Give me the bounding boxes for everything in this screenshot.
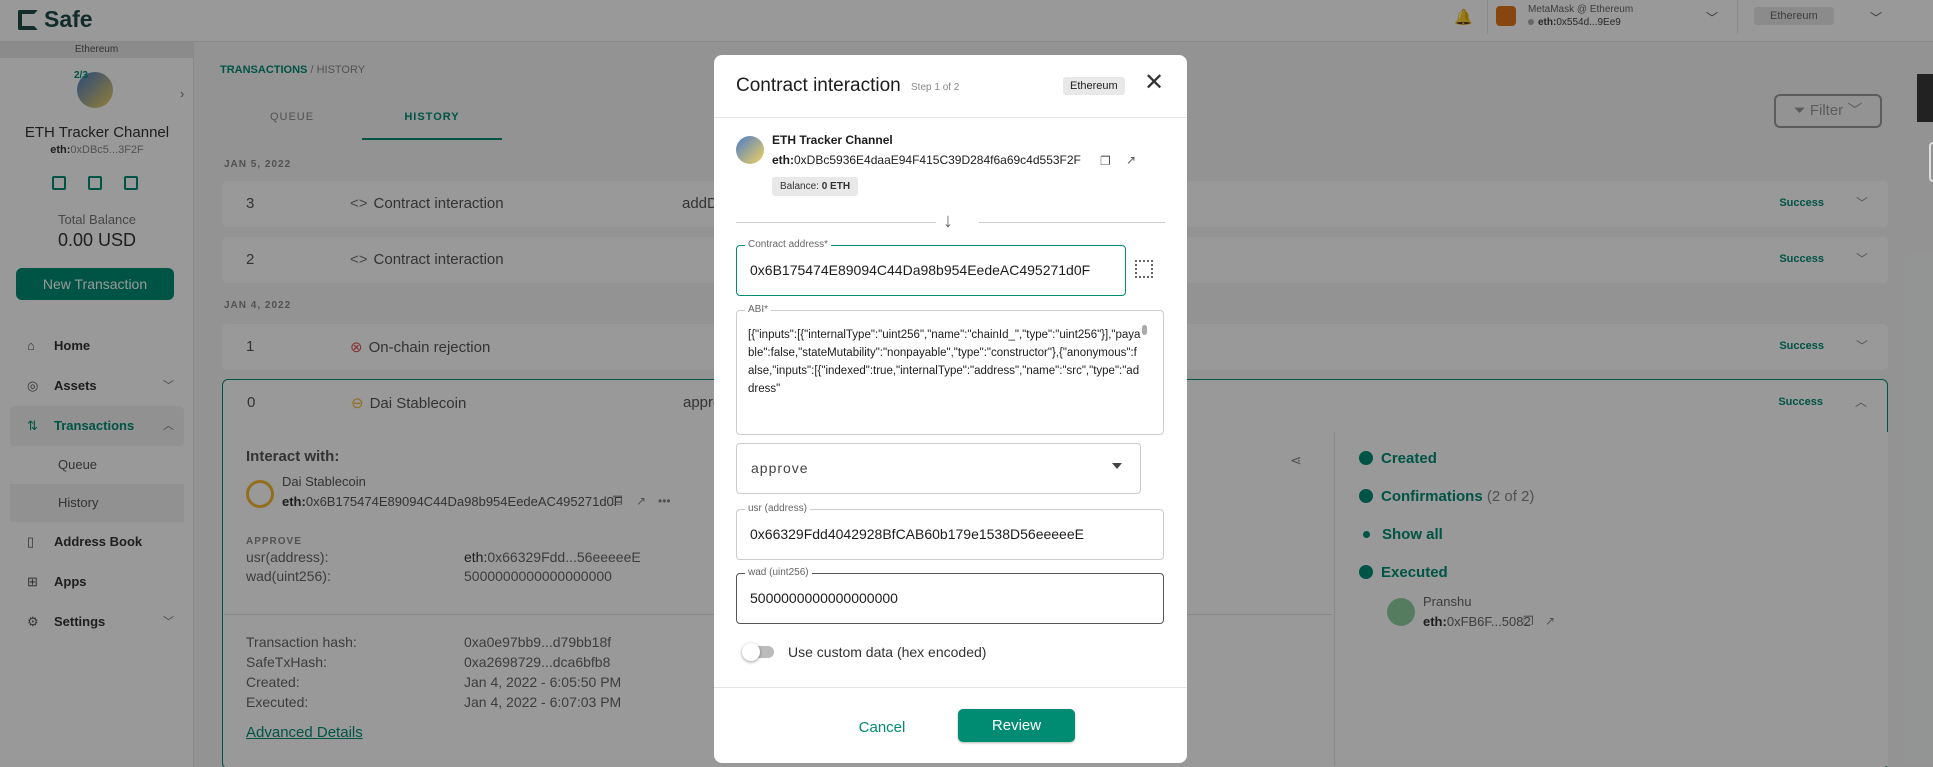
modal-footer: Cancel Review — [714, 687, 1187, 763]
wad-uint256-field[interactable]: wad (uint256) 5000000000000000000 — [736, 567, 1164, 624]
cancel-button[interactable]: Cancel — [842, 711, 922, 743]
safe-name: ETH Tracker Channel — [772, 133, 893, 147]
caret-down-icon — [1112, 463, 1122, 469]
safe-avatar — [736, 136, 764, 164]
method-select[interactable]: approve — [736, 443, 1141, 494]
custom-data-toggle[interactable] — [742, 643, 774, 661]
safe-prefix: eth: — [772, 153, 794, 167]
network-badge: Ethereum — [1063, 77, 1125, 95]
copy-icon[interactable]: ❐ — [1100, 154, 1111, 168]
safe-address: eth:0xDBc5936E4daaE94F415C39D284f6a69c4d… — [772, 153, 1081, 167]
contract-address-input[interactable]: 0x6B175474E89094C44Da98b954EedeAC495271d… — [750, 262, 1090, 278]
usr-address-input[interactable]: 0x66329Fdd4042928BfCAB60b179e1538D56eeee… — [750, 526, 1084, 542]
usr-address-field[interactable]: usr (address) 0x66329Fdd4042928BfCAB60b1… — [736, 503, 1164, 560]
abi-textarea[interactable]: [{"inputs":[{"internalType":"uint256","n… — [748, 326, 1142, 414]
field-label: usr (address) — [745, 503, 810, 514]
scrollbar-thumb[interactable] — [1142, 325, 1147, 335]
qr-code-icon[interactable] — [1135, 260, 1153, 278]
abi-field[interactable]: ABI* [{"inputs":[{"internalType":"uint25… — [736, 304, 1164, 435]
modal-step: Step 1 of 2 — [911, 82, 960, 93]
balance-value: 0 ETH — [821, 181, 851, 192]
divider — [736, 222, 936, 223]
modal-title: Contract interaction — [736, 75, 901, 96]
field-label: Contract address* — [745, 239, 832, 250]
wad-uint256-input[interactable]: 5000000000000000000 — [750, 590, 898, 606]
contract-interaction-modal: Contract interaction Step 1 of 2 Ethereu… — [714, 55, 1187, 763]
field-label: wad (uint256) — [745, 567, 812, 578]
edge-element — [1917, 74, 1933, 122]
balance-badge: Balance: 0 ETH — [772, 177, 859, 196]
field-label: ABI* — [745, 304, 772, 315]
divider — [979, 222, 1165, 223]
balance-label: Balance: — [780, 181, 819, 192]
external-link-icon[interactable]: ↗ — [1126, 153, 1136, 167]
review-button[interactable]: Review — [958, 709, 1075, 742]
method-select-value: approve — [751, 460, 809, 476]
close-icon[interactable]: ✕ — [1144, 71, 1164, 95]
custom-data-label: Use custom data (hex encoded) — [788, 644, 987, 660]
safe-addr-text: 0xDBc5936E4daaE94F415C39D284f6a69c4d553F… — [794, 153, 1081, 167]
contract-address-field[interactable]: Contract address* 0x6B175474E89094C44Da9… — [736, 239, 1126, 296]
arrow-down-icon: ↓ — [943, 210, 953, 232]
modal-header: Contract interaction Step 1 of 2 Ethereu… — [714, 55, 1187, 118]
edge-element — [1929, 142, 1933, 182]
